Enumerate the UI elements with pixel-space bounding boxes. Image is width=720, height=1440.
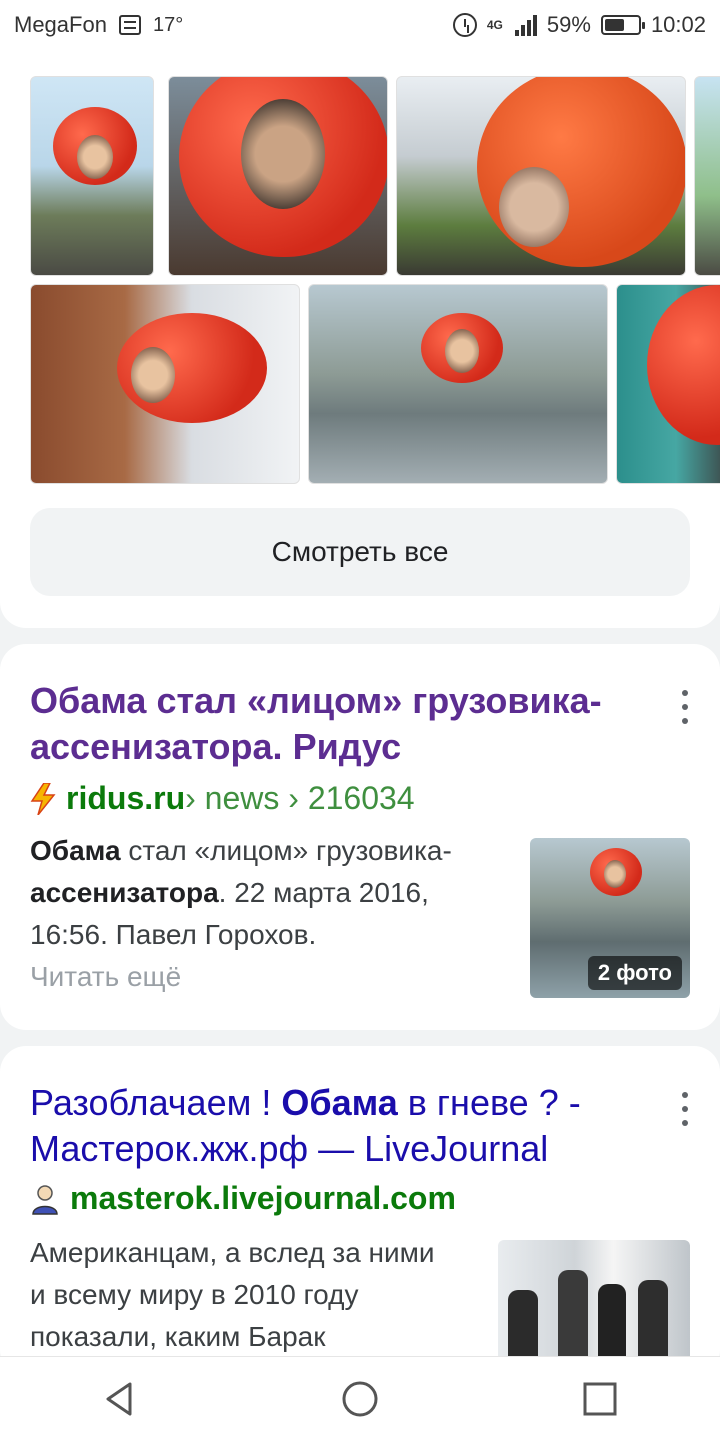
signal-icon [514, 14, 537, 36]
result-thumbnail[interactable]: 2 фото [530, 838, 690, 998]
clock: 10:02 [650, 12, 706, 37]
user-avatar-icon [32, 1184, 58, 1215]
result-title-link[interactable]: Разоблачаем ! Обама в гневе ? - Мастерок… [30, 1080, 650, 1172]
battery-icon [600, 15, 645, 35]
more-options-icon[interactable] [680, 1092, 690, 1126]
status-bar: MegaFon 17° 4G 59% 10:02 [0, 0, 720, 50]
network-type: 4G [486, 18, 503, 32]
result-domain: masterok.livejournal.com [70, 1180, 456, 1216]
title-highlight: Обама [281, 1082, 398, 1123]
result-url[interactable]: masterok.livejournal.com [30, 1180, 456, 1217]
image-thumbnail[interactable] [30, 76, 154, 276]
temperature: 17° [152, 13, 184, 36]
battery-percent: 59% [546, 12, 591, 37]
recents-icon[interactable] [580, 1379, 620, 1419]
result-url[interactable]: ridus.ru › news › 216034 [30, 780, 415, 817]
more-options-icon[interactable] [680, 690, 690, 724]
image-thumbnail[interactable] [168, 76, 388, 276]
title-text: Разоблачаем ! [30, 1082, 282, 1123]
image-thumbnail[interactable] [396, 76, 686, 276]
carrier-name: MegaFon [14, 12, 107, 37]
image-results-card: Смотреть все [0, 50, 720, 628]
search-result: Обама стал «лицом» грузовика-ассенизатор… [0, 644, 720, 1030]
result-path: › news › 216034 [185, 780, 415, 816]
result-domain: ridus.ru [66, 780, 186, 816]
message-icon [118, 15, 141, 35]
read-more-link[interactable]: Читать ещё [30, 956, 510, 998]
search-result: Разоблачаем ! Обама в гневе ? - Мастерок… [0, 1046, 720, 1376]
result-snippet: Американцам, а вслед за ними и всему мир… [30, 1237, 435, 1352]
image-thumbnail[interactable] [308, 284, 608, 484]
image-thumbnail[interactable] [694, 76, 720, 276]
result-title-link[interactable]: Обама стал «лицом» грузовика-ассенизатор… [30, 678, 650, 770]
see-all-button[interactable]: Смотреть все [30, 508, 690, 596]
back-icon[interactable] [100, 1379, 140, 1419]
alarm-icon [452, 13, 477, 37]
image-thumbnail[interactable] [616, 284, 720, 484]
image-thumbnail[interactable] [30, 284, 300, 484]
home-icon[interactable] [340, 1379, 380, 1419]
result-thumbnail[interactable] [498, 1240, 690, 1364]
snippet-highlight: Обама [30, 835, 121, 866]
lightning-icon [30, 782, 56, 815]
result-snippet: Обама стал «лицом» грузовика-ассенизатор… [30, 830, 510, 998]
photo-count-badge: 2 фото [587, 956, 682, 990]
snippet-highlight: ассенизатора [30, 877, 219, 908]
snippet-text: стал «лицом» грузовика- [120, 835, 452, 866]
system-navigation-bar [0, 1356, 720, 1440]
